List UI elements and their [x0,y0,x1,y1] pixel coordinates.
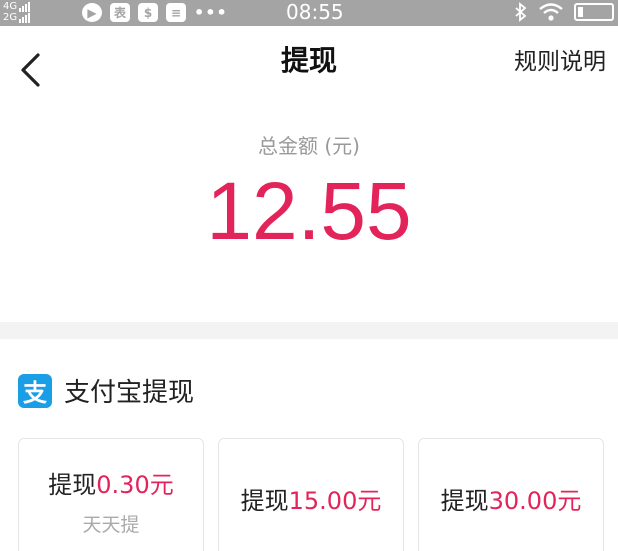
withdraw-option-card[interactable]: 提现30.00元 [418,438,604,551]
withdraw-options: 提现0.30元 天天提 提现15.00元 提现30.00元 [18,438,604,551]
total-amount-value: 12.55 [206,166,412,257]
signal-icon [19,2,31,12]
money-notification-icon: $ [138,3,158,22]
section-divider [0,322,618,339]
alipay-section-header: 支 支付宝提现 [18,372,194,409]
withdraw-option-card[interactable]: 提现0.30元 天天提 [18,438,204,551]
play-icon: ▶ [82,3,102,22]
rules-link[interactable]: 规则说明 [514,48,606,76]
wifi-icon [539,3,563,21]
app-notification-icon: 表 [110,3,130,22]
withdraw-option-label: 提现15.00元 [219,481,403,516]
alipay-section-title: 支付宝提现 [64,378,195,408]
withdraw-amount: 0.30元 [96,471,174,499]
notification-icons: ▶ 表 $ ≡ ••• [82,3,228,22]
withdraw-prefix: 提现 [240,487,289,515]
withdraw-amount: 15.00元 [288,487,382,515]
withdraw-option-note: 天天提 [82,514,140,536]
network-indicator: 4G 2G [3,1,31,23]
network-type-bottom: 2G [3,12,18,23]
status-bar: 4G 2G ▶ 表 $ ≡ ••• 08:55 [0,0,618,26]
signal-icon [19,13,31,23]
withdraw-prefix: 提现 [48,471,97,499]
withdraw-option-label: 提现30.00元 [419,481,603,516]
alipay-icon: 支 [18,373,52,408]
database-icon: ≡ [166,3,186,22]
system-icons [514,2,614,22]
withdraw-prefix: 提现 [440,487,489,515]
network-type-top: 4G [3,1,18,12]
bluetooth-icon [515,2,527,22]
total-amount-label: 总金额 (元) [258,134,360,158]
clock: 08:55 [286,0,344,24]
withdraw-option-label: 提现0.30元 [19,465,203,500]
withdraw-amount: 30.00元 [488,487,582,515]
withdraw-option-card[interactable]: 提现15.00元 [218,438,404,551]
more-notifications-icon: ••• [194,2,228,22]
battery-icon [574,3,614,21]
